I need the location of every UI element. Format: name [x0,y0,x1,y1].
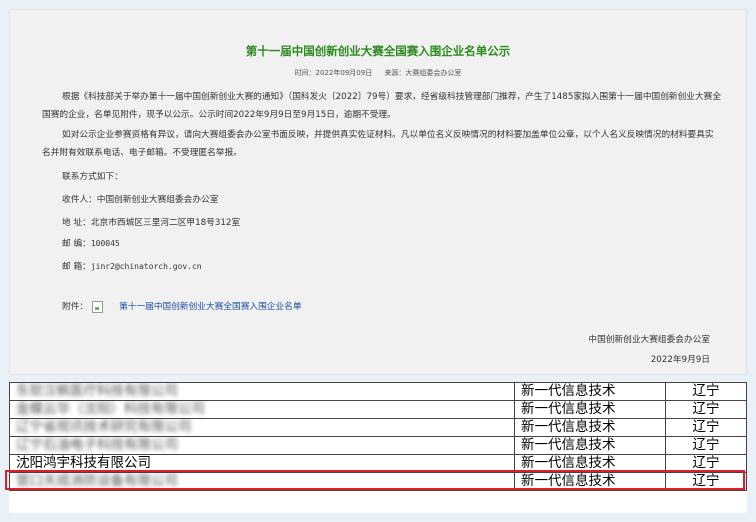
attachment-row: 附件： 第十一届中国创新创业大赛全国赛入围企业名单 [62,299,302,313]
table-row: 营口天成消防设备有限公司 新一代信息技术 辽宁 [9,472,747,491]
company-cell-text: 金蝶云华（沈阳）科技有限公司 [16,401,205,418]
company-list-table: 东软汉枫医疗科技有限公司 新一代信息技术 辽宁 金蝶云华（沈阳）科技有限公司 新一代信息… [9,382,747,513]
contact-intro: 联系方式如下： [62,172,123,182]
company-cell-text: 营口天成消防设备有限公司 [16,473,178,490]
region-cell: 辽宁 [665,418,747,437]
table-row: 辽宁省视讯技术研究有限公司 新一代信息技术 辽宁 [9,418,747,437]
notice-paragraph-2: 如对公示企业参赛资格有异议，请向大赛组委会办公室书面反映，并提供真实佐证材料。凡… [42,130,714,158]
postcode-value: 100045 [90,239,120,248]
region-cell-text: 辽宁 [692,455,720,472]
contact-postcode: 邮 编：100045 [62,236,120,249]
field-cell: 新一代信息技术 [514,454,666,473]
field-cell-text: 新一代信息技术 [521,455,616,472]
company-cell-text: 辽宁省视讯技术研究有限公司 [16,419,192,436]
company-cell: 营口天成消防设备有限公司 [9,472,515,491]
notice-panel: 第十一届中国创新创业大赛全国赛入围企业名单公示 时间：2022年09月09日 来… [9,9,747,375]
attachment-link[interactable]: 第十一届中国创新创业大赛全国赛入围企业名单 [119,302,301,312]
field-cell: 新一代信息技术 [514,400,666,419]
region-cell: 辽宁 [665,400,747,419]
region-cell: 辽宁 [665,472,747,491]
company-cell-text: 东软汉枫医疗科技有限公司 [16,383,178,400]
region-cell-text: 辽宁 [692,437,720,454]
attachment-label: 附件： [62,302,89,312]
company-cell: 金蝶云华（沈阳）科技有限公司 [9,400,515,419]
publish-meta: 时间：2022年09月09日 来源：大赛组委会办公室 [10,68,746,78]
contact-email: 邮 箱：jinr2@chinatorch.gov.cn [62,259,202,272]
field-cell: 新一代信息技术 [514,418,666,437]
company-cell: 辽宁省视讯技术研究有限公司 [9,418,515,437]
field-cell-text: 新一代信息技术 [521,473,616,490]
region-cell-text: 辽宁 [692,473,720,490]
company-cell-text: 沈阳鸿宇科技有限公司 [16,455,151,472]
region-cell: 辽宁 [665,382,747,401]
field-cell: 新一代信息技术 [514,472,666,491]
table-row: 东软汉枫医疗科技有限公司 新一代信息技术 辽宁 [9,382,747,401]
company-cell: 沈阳鸿宇科技有限公司 [9,454,515,473]
table-row: 辽宁石油电子科技有限公司 新一代信息技术 辽宁 [9,436,747,455]
signature-org: 中国创新创业大赛组委会办公室 [588,335,710,345]
field-cell: 新一代信息技术 [514,382,666,401]
field-cell-text: 新一代信息技术 [521,383,616,400]
region-cell: 辽宁 [665,454,747,473]
page-title: 第十一届中国创新创业大赛全国赛入围企业名单公示 [245,44,511,58]
signature-date: 2022年9月9日 [650,355,710,365]
table-row: 沈阳鸿宇科技有限公司 新一代信息技术 辽宁 [9,454,747,473]
publish-time: 时间：2022年09月09日 [294,69,373,77]
region-cell-text: 辽宁 [692,419,720,436]
company-cell-text: 辽宁石油电子科技有限公司 [16,437,178,454]
region-cell: 辽宁 [665,436,747,455]
notice-paragraph-1: 根据《科技部关于举办第十一届中国创新创业大赛的通知》（国科发火〔2022〕79号… [42,92,722,120]
table-row: 金蝶云华（沈阳）科技有限公司 新一代信息技术 辽宁 [9,400,747,419]
field-cell: 新一代信息技术 [514,436,666,455]
email-label: 邮 箱： [62,262,91,272]
contact-recipient: 收件人：中国创新创业大赛组委会办公室 [62,195,219,205]
region-cell-text: 辽宁 [692,401,720,418]
publish-source: 来源：大赛组委会办公室 [384,69,462,77]
contact-address: 地 址：北京市西城区三里河二区甲18号312室 [62,218,241,228]
field-cell-text: 新一代信息技术 [521,437,616,454]
field-cell-text: 新一代信息技术 [521,419,616,436]
email-value: jinr2@chinatorch.gov.cn [90,262,202,271]
company-cell: 东软汉枫医疗科技有限公司 [9,382,515,401]
region-cell-text: 辽宁 [692,383,720,400]
broken-image-icon [92,300,104,313]
postcode-label: 邮 编： [62,239,91,249]
field-cell-text: 新一代信息技术 [521,401,616,418]
company-cell: 辽宁石油电子科技有限公司 [9,436,515,455]
